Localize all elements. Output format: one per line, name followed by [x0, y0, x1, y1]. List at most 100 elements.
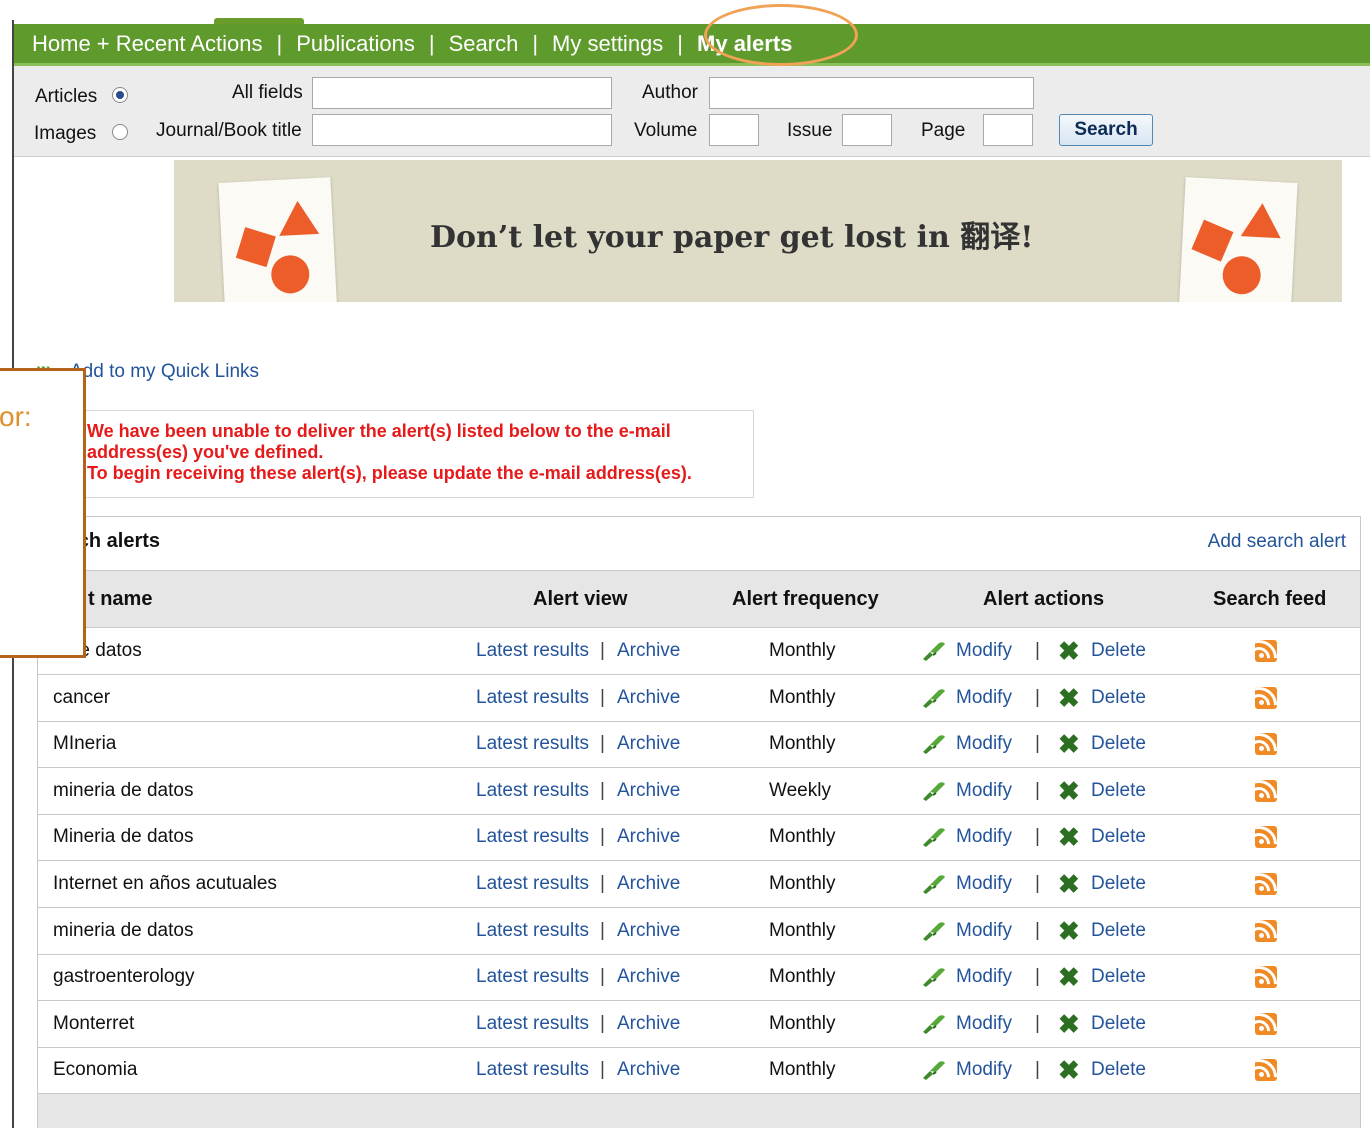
rss-feed-icon[interactable]	[1255, 640, 1277, 662]
nav-search[interactable]: Search	[449, 31, 519, 57]
table-row: Monterret Latest results | Archive Monthly Mo…	[38, 1001, 1360, 1048]
journal-title-input[interactable]	[312, 114, 612, 146]
table-row: mineria de datos Latest results | Archive We…	[38, 768, 1360, 815]
modify-link[interactable]: Modify	[956, 780, 1012, 802]
delete-link[interactable]: Delete	[1091, 687, 1146, 709]
modify-link[interactable]: Modify	[956, 640, 1012, 662]
delete-link[interactable]: Delete	[1091, 1013, 1146, 1035]
latest-results-link[interactable]: Latest results	[476, 780, 589, 802]
modify-link[interactable]: Modify	[956, 920, 1012, 942]
delete-x-icon[interactable]: ✖	[1058, 685, 1080, 711]
alert-frequency: Monthly	[769, 873, 836, 894]
issue-input[interactable]	[842, 114, 892, 146]
col-search-feed: Search feed	[1213, 588, 1327, 610]
rss-feed-icon[interactable]	[1255, 873, 1277, 895]
modify-link[interactable]: Modify	[956, 966, 1012, 988]
archive-link[interactable]: Archive	[617, 1013, 680, 1035]
modify-link[interactable]: Modify	[956, 873, 1012, 895]
modify-pencil-icon[interactable]	[921, 733, 947, 755]
delete-link[interactable]: Delete	[1091, 733, 1146, 755]
search-button[interactable]: Search	[1059, 114, 1153, 146]
alert-name: MIneria	[53, 733, 117, 754]
nav-home[interactable]: Home + Recent Actions	[32, 31, 263, 57]
volume-input[interactable]	[709, 114, 759, 146]
modify-link[interactable]: Modify	[956, 826, 1012, 848]
archive-link[interactable]: Archive	[617, 733, 680, 755]
archive-link[interactable]: Archive	[617, 826, 680, 848]
modify-link[interactable]: Modify	[956, 687, 1012, 709]
promo-banner[interactable]: Don’t let your paper get lost in 翻译!	[174, 160, 1342, 302]
latest-results-link[interactable]: Latest results	[476, 1013, 589, 1035]
images-radio[interactable]	[112, 124, 128, 140]
archive-link[interactable]: Archive	[617, 1059, 680, 1081]
modify-pencil-icon[interactable]	[921, 826, 947, 848]
articles-radio[interactable]	[112, 87, 128, 103]
rss-feed-icon[interactable]	[1255, 826, 1277, 848]
delete-x-icon[interactable]: ✖	[1058, 871, 1080, 897]
nav-my-settings[interactable]: My settings	[552, 31, 663, 57]
action-separator: |	[1035, 873, 1040, 894]
modify-pencil-icon[interactable]	[921, 920, 947, 942]
rss-feed-icon[interactable]	[1255, 966, 1277, 988]
alert-frequency: Monthly	[769, 687, 836, 708]
add-search-alert-link[interactable]: Add search alert	[1208, 531, 1346, 553]
delete-link[interactable]: Delete	[1091, 1059, 1146, 1081]
modify-pencil-icon[interactable]	[921, 1059, 947, 1081]
rss-feed-icon[interactable]	[1255, 1059, 1277, 1081]
latest-results-link[interactable]: Latest results	[476, 826, 589, 848]
action-separator: |	[1035, 966, 1040, 987]
latest-results-link[interactable]: Latest results	[476, 920, 589, 942]
modify-pencil-icon[interactable]	[921, 966, 947, 988]
alert-name: gastroenterology	[53, 966, 195, 987]
archive-link[interactable]: Archive	[617, 966, 680, 988]
archive-link[interactable]: Archive	[617, 780, 680, 802]
page-input[interactable]	[983, 114, 1033, 146]
annotation-callout: or:	[0, 368, 86, 658]
latest-results-link[interactable]: Latest results	[476, 966, 589, 988]
delete-link[interactable]: Delete	[1091, 966, 1146, 988]
modify-pencil-icon[interactable]	[921, 873, 947, 895]
col-alert-name[interactable]: t name	[88, 588, 152, 611]
modify-link[interactable]: Modify	[956, 733, 1012, 755]
latest-results-link[interactable]: Latest results	[476, 873, 589, 895]
add-quick-links-link[interactable]: Add to my Quick Links	[70, 361, 259, 383]
delete-x-icon[interactable]: ✖	[1058, 824, 1080, 850]
nav-publications[interactable]: Publications	[296, 31, 415, 57]
rss-feed-icon[interactable]	[1255, 733, 1277, 755]
nav-separator: |	[677, 30, 684, 56]
delivery-warning: We have been unable to deliver the alert…	[68, 410, 754, 498]
modify-pencil-icon[interactable]	[921, 640, 947, 662]
delete-x-icon[interactable]: ✖	[1058, 638, 1080, 664]
author-input[interactable]	[709, 77, 1034, 109]
delete-link[interactable]: Delete	[1091, 780, 1146, 802]
archive-link[interactable]: Archive	[617, 873, 680, 895]
delete-link[interactable]: Delete	[1091, 873, 1146, 895]
delete-x-icon[interactable]: ✖	[1058, 964, 1080, 990]
latest-results-link[interactable]: Latest results	[476, 640, 589, 662]
delete-x-icon[interactable]: ✖	[1058, 918, 1080, 944]
modify-link[interactable]: Modify	[956, 1059, 1012, 1081]
all-fields-input[interactable]	[312, 77, 612, 109]
rss-feed-icon[interactable]	[1255, 687, 1277, 709]
rss-feed-icon[interactable]	[1255, 920, 1277, 942]
archive-link[interactable]: Archive	[617, 687, 680, 709]
modify-pencil-icon[interactable]	[921, 687, 947, 709]
delete-x-icon[interactable]: ✖	[1058, 1057, 1080, 1083]
link-separator: |	[600, 826, 605, 847]
modify-link[interactable]: Modify	[956, 1013, 1012, 1035]
delete-x-icon[interactable]: ✖	[1058, 778, 1080, 804]
delete-x-icon[interactable]: ✖	[1058, 1011, 1080, 1037]
modify-pencil-icon[interactable]	[921, 780, 947, 802]
latest-results-link[interactable]: Latest results	[476, 1059, 589, 1081]
latest-results-link[interactable]: Latest results	[476, 687, 589, 709]
rss-feed-icon[interactable]	[1255, 780, 1277, 802]
delete-link[interactable]: Delete	[1091, 826, 1146, 848]
delete-x-icon[interactable]: ✖	[1058, 731, 1080, 757]
delete-link[interactable]: Delete	[1091, 920, 1146, 942]
latest-results-link[interactable]: Latest results	[476, 733, 589, 755]
archive-link[interactable]: Archive	[617, 640, 680, 662]
rss-feed-icon[interactable]	[1255, 1013, 1277, 1035]
modify-pencil-icon[interactable]	[921, 1013, 947, 1035]
archive-link[interactable]: Archive	[617, 920, 680, 942]
delete-link[interactable]: Delete	[1091, 640, 1146, 662]
